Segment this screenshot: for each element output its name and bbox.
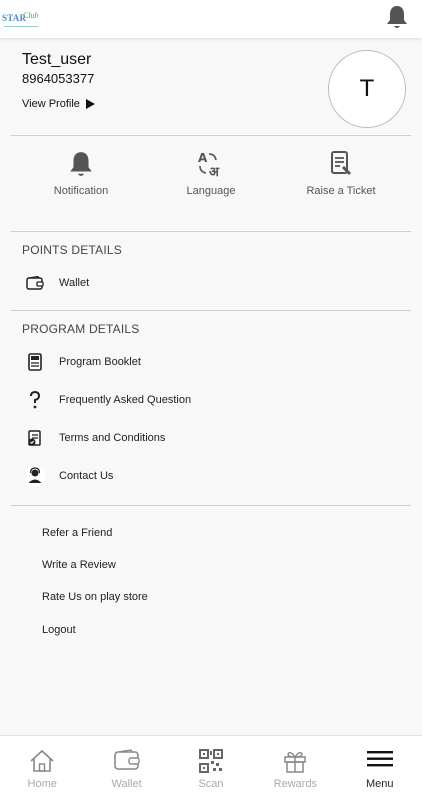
language-label: Language xyxy=(186,185,236,197)
nav-label: Menu xyxy=(365,778,394,790)
menu-item-program-booklet[interactable]: Program Booklet xyxy=(22,350,402,374)
notification-button[interactable]: Notification xyxy=(11,150,151,197)
avatar[interactable]: T xyxy=(328,50,406,128)
nav-wallet[interactable]: Wallet xyxy=(84,736,168,800)
svg-text:A: A xyxy=(198,151,208,165)
app-logo[interactable]: STAR Club xyxy=(2,9,42,31)
booklet-icon xyxy=(22,351,48,373)
divider xyxy=(11,505,411,506)
nav-scan[interactable]: Scan xyxy=(169,736,253,800)
divider xyxy=(11,231,411,232)
avatar-initial: T xyxy=(359,75,375,102)
divider xyxy=(11,135,411,136)
wallet-icon xyxy=(22,272,48,294)
nav-label: Scan xyxy=(198,778,224,790)
profile-header: Test_user 8964053377 View Profile T xyxy=(0,38,422,136)
logo-underline xyxy=(4,26,38,27)
menu-item-terms[interactable]: Terms and Conditions xyxy=(22,426,402,450)
nav-menu[interactable]: Menu xyxy=(338,736,422,800)
bell-icon[interactable] xyxy=(385,4,409,30)
menu-item-label: Program Booklet xyxy=(59,356,141,368)
nav-label: Rewards xyxy=(273,778,318,790)
notification-label: Notification xyxy=(53,185,109,197)
refer-friend-link[interactable]: Refer a Friend xyxy=(42,527,112,539)
logout-link[interactable]: Logout xyxy=(42,624,76,636)
language-icon: A अ xyxy=(198,151,220,178)
view-profile-label: View Profile xyxy=(22,98,80,110)
contact-icon xyxy=(22,465,48,487)
write-review-link[interactable]: Write a Review xyxy=(42,559,116,571)
nav-home[interactable]: Home xyxy=(0,736,84,800)
menu-item-label: Frequently Asked Question xyxy=(59,394,192,406)
language-button[interactable]: A अ Language xyxy=(141,150,281,197)
program-details-heading: PROGRAM DETAILS xyxy=(22,322,140,336)
menu-item-label: Wallet xyxy=(59,277,90,289)
question-icon xyxy=(22,389,48,411)
menu-item-wallet[interactable]: Wallet xyxy=(22,271,402,295)
menu-item-label: Contact Us xyxy=(59,470,114,482)
raise-ticket-button[interactable]: Raise a Ticket xyxy=(271,150,411,197)
divider xyxy=(11,310,411,311)
rate-us-link[interactable]: Rate Us on play store xyxy=(42,591,148,603)
nav-label: Home xyxy=(27,778,57,790)
svg-text:अ: अ xyxy=(209,165,220,178)
home-icon xyxy=(30,749,54,772)
raise-ticket-label: Raise a Ticket xyxy=(306,185,376,197)
view-profile-link[interactable]: View Profile xyxy=(22,98,95,110)
ticket-icon xyxy=(331,151,351,175)
terms-icon xyxy=(22,427,48,449)
menu-icon xyxy=(366,751,393,767)
bottom-navigation: Home Wallet Scan Rewards Menu xyxy=(0,735,422,800)
play-arrow-icon xyxy=(85,99,95,109)
user-name: Test_user xyxy=(22,51,92,68)
menu-item-contact-us[interactable]: Contact Us xyxy=(22,464,402,488)
points-details-heading: POINTS DETAILS xyxy=(22,243,122,257)
menu-item-faq[interactable]: Frequently Asked Question xyxy=(22,388,402,412)
logo-script-text: Club xyxy=(23,11,39,20)
user-phone: 8964053377 xyxy=(22,71,95,86)
nav-label: Wallet xyxy=(111,778,142,790)
bell-icon xyxy=(70,152,92,176)
menu-item-label: Terms and Conditions xyxy=(59,432,166,444)
wallet-icon xyxy=(113,749,140,770)
qr-icon xyxy=(198,749,223,773)
nav-rewards[interactable]: Rewards xyxy=(253,736,337,800)
gift-icon xyxy=(284,751,307,773)
top-app-bar: STAR Club xyxy=(0,0,422,38)
